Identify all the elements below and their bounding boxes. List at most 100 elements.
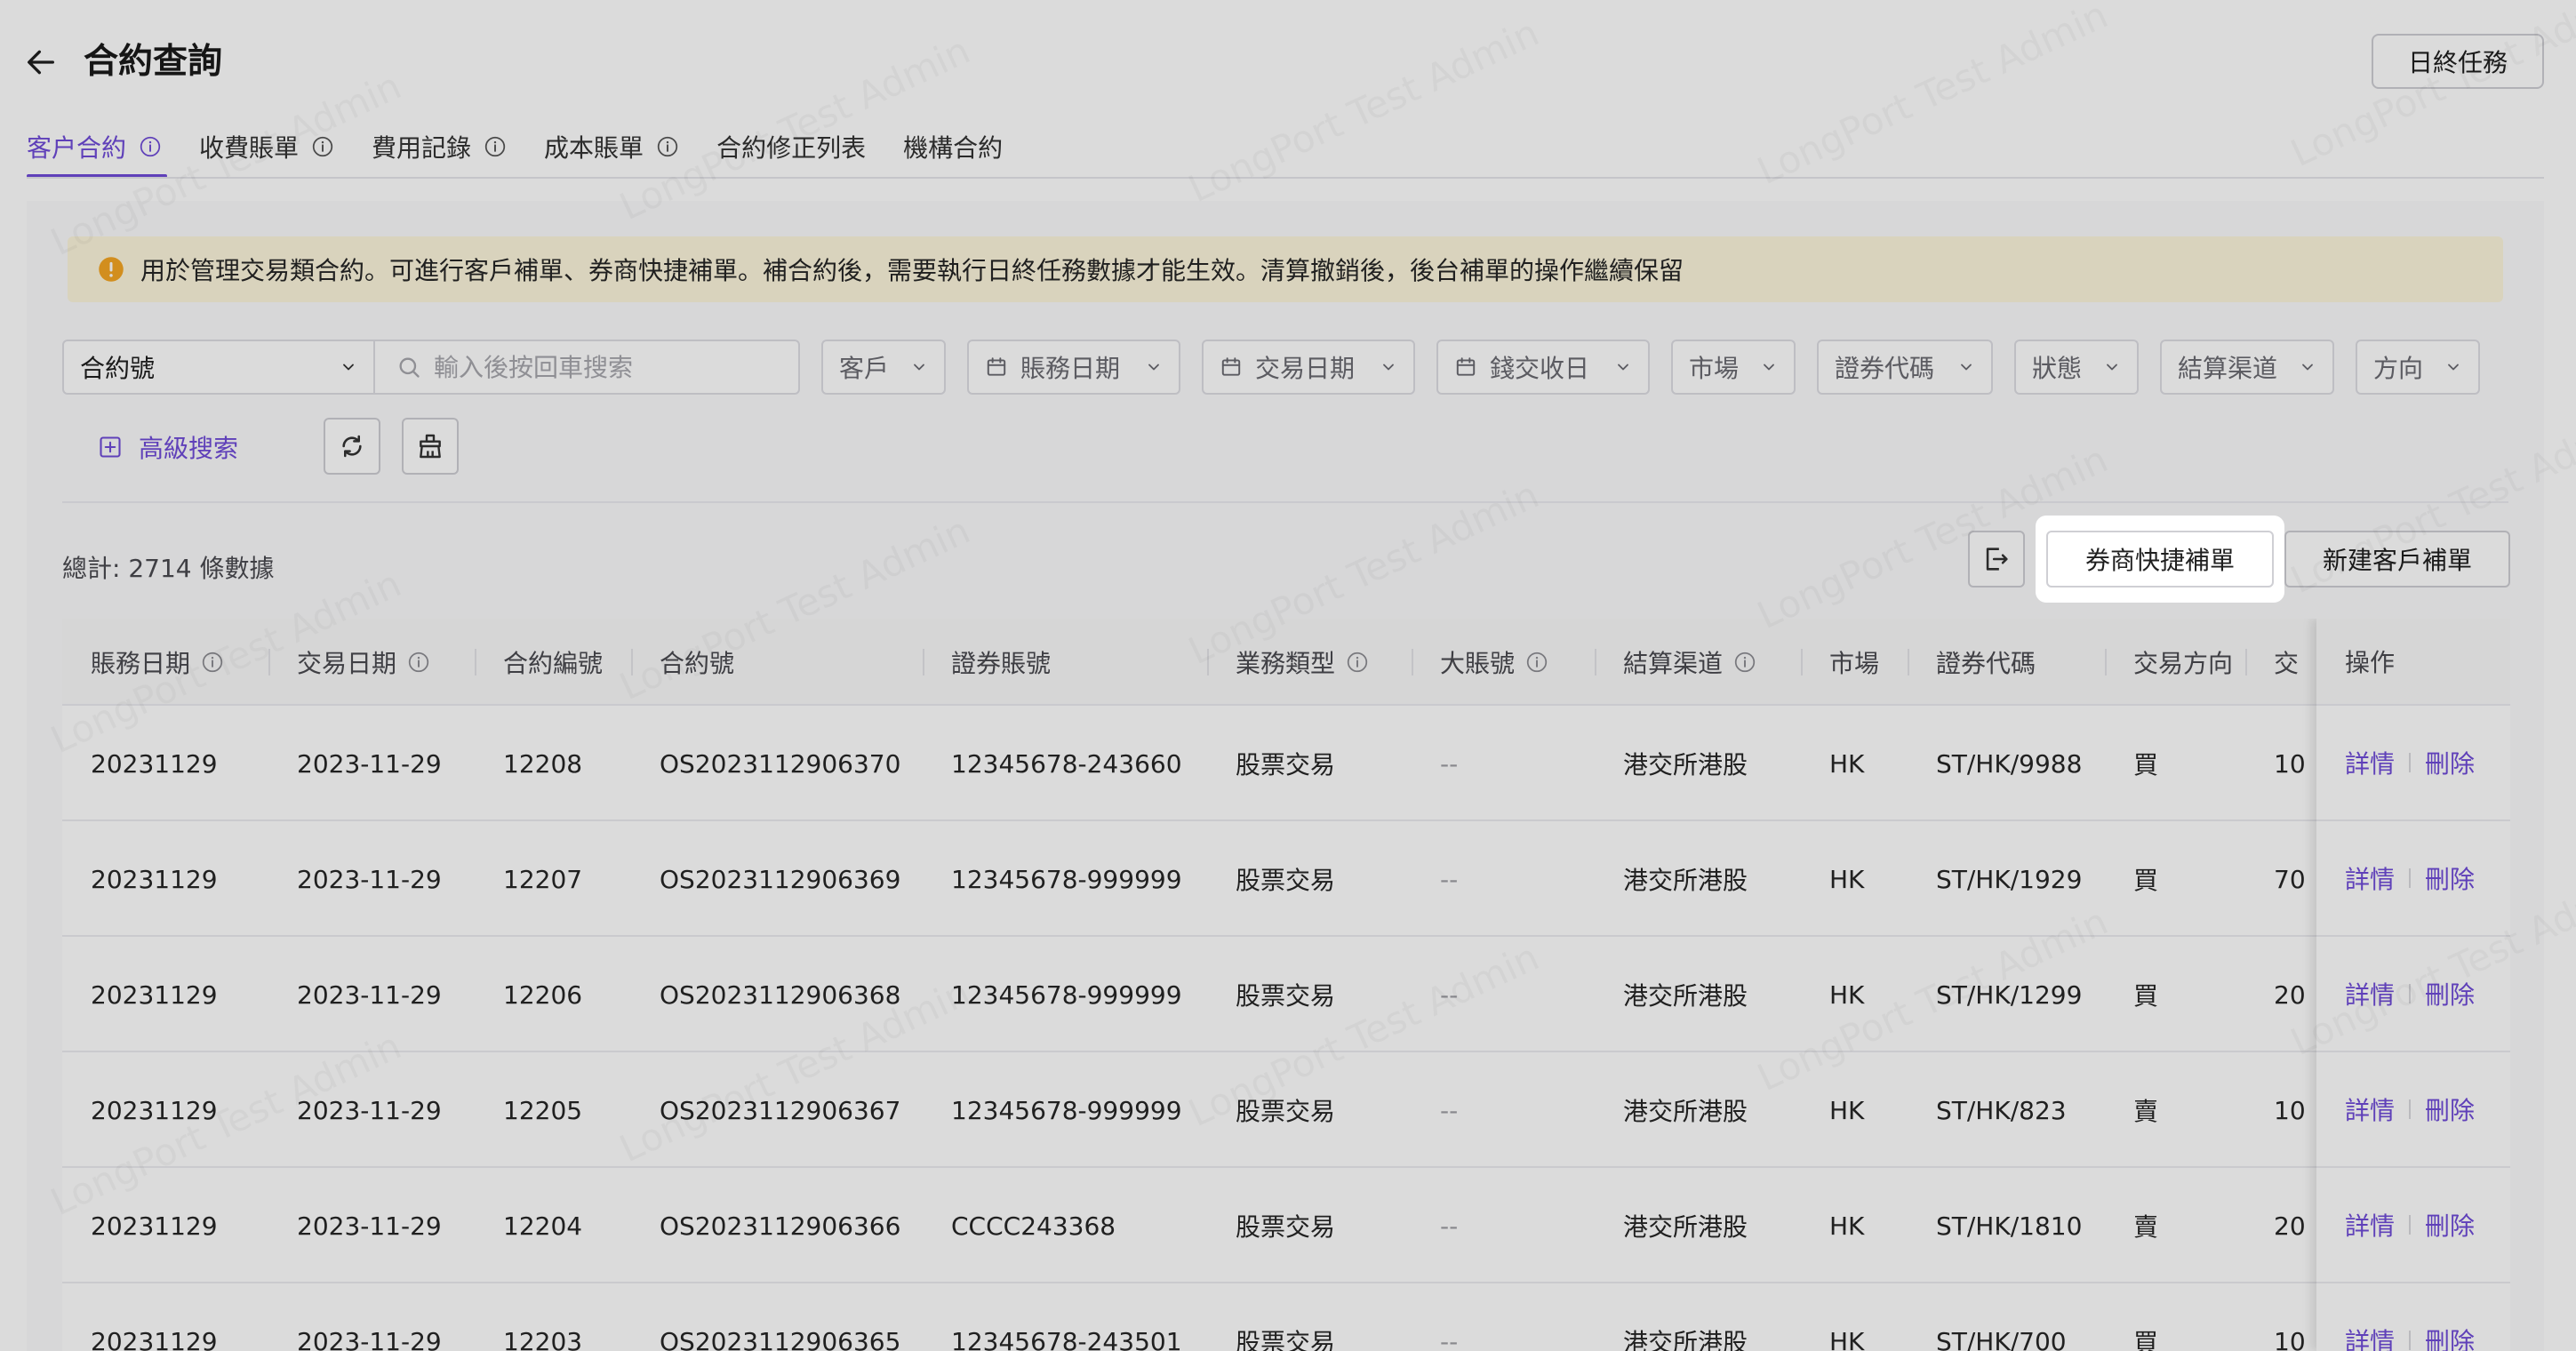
cell-trade-cut: 20 (2274, 1211, 2306, 1241)
info-icon[interactable] (311, 135, 334, 158)
cell-channel: 港交所港股 (1623, 1212, 1748, 1242)
settle-date-label: 錢交收日 (1490, 354, 1590, 383)
delete-link[interactable]: 刪除 (2425, 976, 2475, 1011)
info-icon[interactable] (656, 135, 679, 158)
detail-link[interactable]: 詳情 (2345, 1207, 2395, 1243)
search-input[interactable] (434, 352, 772, 382)
info-icon[interactable] (407, 651, 430, 674)
actions-cell: 詳情 刪除 (2316, 1283, 2510, 1351)
customer-filter[interactable]: 客戶 (821, 340, 946, 395)
col-label: 交易方向 (2133, 649, 2234, 678)
export-button[interactable] (1968, 531, 2025, 588)
detail-link[interactable]: 詳情 (2345, 1091, 2395, 1127)
col-label: 交易日期 (297, 649, 397, 678)
arrow-left-icon[interactable] (23, 44, 59, 80)
tab-label: 收費賬單 (199, 133, 300, 163)
new-customer-order-button[interactable]: 新建客戶補單 (2284, 531, 2510, 588)
page-title: 合約查詢 (84, 42, 223, 82)
chevron-down-icon (343, 364, 354, 371)
search-icon (399, 357, 420, 378)
direction-filter[interactable]: 方向 (2356, 340, 2480, 395)
tab-2[interactable]: 費用記錄 (372, 116, 507, 178)
delete-link[interactable]: 刪除 (2425, 1091, 2475, 1127)
account-date-filter[interactable]: 賬務日期 (967, 340, 1180, 395)
info-icon[interactable] (1525, 651, 1548, 674)
col-security-code: 證券代碼 (1907, 619, 2036, 706)
info-icon[interactable] (201, 651, 224, 674)
account-date-label: 賬務日期 (1020, 354, 1121, 383)
plus-square-icon (100, 436, 121, 458)
cell-security-account: 12345678-243660 (951, 748, 1182, 779)
delete-link[interactable]: 刪除 (2425, 860, 2475, 896)
delete-link[interactable]: 刪除 (2425, 1323, 2475, 1351)
delete-link[interactable]: 刪除 (2425, 745, 2475, 780)
cell-security-code: ST/HK/1929 (1936, 864, 2083, 894)
content-panel: 用於管理交易類合約。可進行客戶補單、券商快捷補單。補合約後，需要執行日終任務數據… (27, 201, 2544, 1351)
action-divider (2409, 868, 2412, 888)
refresh-icon (342, 435, 362, 458)
detail-link[interactable]: 詳情 (2345, 976, 2395, 1011)
col-label: 結算渠道 (1623, 649, 1724, 678)
cell-trade-date: 2023-11-29 (297, 1095, 442, 1125)
tab-3[interactable]: 成本賬單 (544, 116, 679, 178)
tab-5[interactable]: 機構合約 (903, 116, 1003, 178)
detail-link[interactable]: 詳情 (2345, 745, 2395, 780)
tab-bar-divider (27, 177, 2544, 179)
table-row: 20231129 2023-11-29 12203 OS2023112906365 12… (62, 1283, 2510, 1351)
tab-0[interactable]: 客户合約 (27, 116, 168, 178)
col-label: 賬務日期 (91, 649, 191, 678)
trade-date-filter[interactable]: 交易日期 (1202, 340, 1415, 395)
action-divider (2409, 1099, 2412, 1119)
cell-trade-date: 2023-11-29 (297, 1326, 442, 1351)
col-actions: 操作 (2316, 619, 2510, 706)
info-icon[interactable] (484, 135, 507, 158)
col-label: 交 (2274, 649, 2300, 678)
cell-contract-id: 12207 (503, 864, 583, 894)
cell-market: HK (1829, 748, 1865, 779)
channel-filter[interactable]: 結算渠道 (2160, 340, 2334, 395)
col-trade-cut: 交 (2244, 619, 2300, 706)
refresh-button[interactable] (324, 418, 380, 475)
cell-contract-no: OS2023112906368 (660, 979, 901, 1010)
cell-account-date: 20231129 (91, 748, 218, 779)
cell-account-date: 20231129 (91, 1326, 218, 1351)
cell-security-account: 12345678-999999 (951, 979, 1182, 1010)
detail-link[interactable]: 詳情 (2345, 1323, 2395, 1351)
tab-1[interactable]: 收費賬單 (199, 116, 334, 178)
col-master-account: 大賬號 (1411, 619, 1548, 706)
col-contract-no: 合約號 (630, 619, 734, 706)
settle-date-filter[interactable]: 錢交收日 (1436, 340, 1650, 395)
tab-label: 合約修正列表 (716, 133, 867, 163)
trade-date-label: 交易日期 (1255, 354, 1356, 383)
clear-filters-button[interactable] (402, 418, 459, 475)
info-icon[interactable] (1346, 651, 1369, 674)
chevron-down-icon (914, 364, 924, 371)
cell-account-date: 20231129 (91, 864, 218, 894)
info-icon[interactable] (1733, 651, 1756, 674)
table-row: 20231129 2023-11-29 12205 OS2023112906367 12… (62, 1052, 2510, 1168)
col-label: 業務類型 (1236, 649, 1336, 678)
search-field-select[interactable]: 合約號 (62, 340, 375, 395)
status-filter[interactable]: 狀態 (2014, 340, 2139, 395)
cell-trade-cut: 10 (2274, 1326, 2306, 1351)
delete-link[interactable]: 刪除 (2425, 1207, 2475, 1243)
table-header: 賬務日期 交易日期 合約編號 合約號 證券賬號 業務類型 大賬號 結算渠道 市場… (62, 619, 2510, 706)
detail-link[interactable]: 詳情 (2345, 860, 2395, 896)
actions-column: 操作 詳情 刪除 詳情 刪除 詳情 刪除 詳情 刪除 詳情 刪除 詳情 刪除 (2316, 619, 2510, 1351)
advanced-search-link[interactable]: 高級搜索 (98, 418, 238, 476)
action-divider (2409, 1215, 2412, 1235)
tab-label: 機構合約 (903, 133, 1004, 163)
end-of-day-task-button[interactable]: 日終任務 (2372, 34, 2544, 89)
info-alert: 用於管理交易類合約。可進行客戶補單、券商快捷補單。補合約後，需要執行日終任務數據… (68, 236, 2503, 302)
col-label: 合約編號 (503, 649, 604, 678)
chevron-down-icon (2107, 364, 2117, 371)
table-row: 20231129 2023-11-29 12208 OS2023112906370 12… (62, 706, 2510, 821)
broker-quick-order-button[interactable]: 券商快捷補單 (2046, 531, 2274, 588)
chevron-down-icon (1383, 364, 1394, 371)
table-row: 20231129 2023-11-29 12206 OS2023112906368 12… (62, 937, 2510, 1052)
market-filter[interactable]: 市場 (1671, 340, 1796, 395)
tab-4[interactable]: 合約修正列表 (716, 116, 866, 178)
cell-direction: 買 (2133, 866, 2159, 895)
security-code-filter[interactable]: 證券代碼 (1817, 340, 1993, 395)
info-icon[interactable] (139, 135, 162, 158)
